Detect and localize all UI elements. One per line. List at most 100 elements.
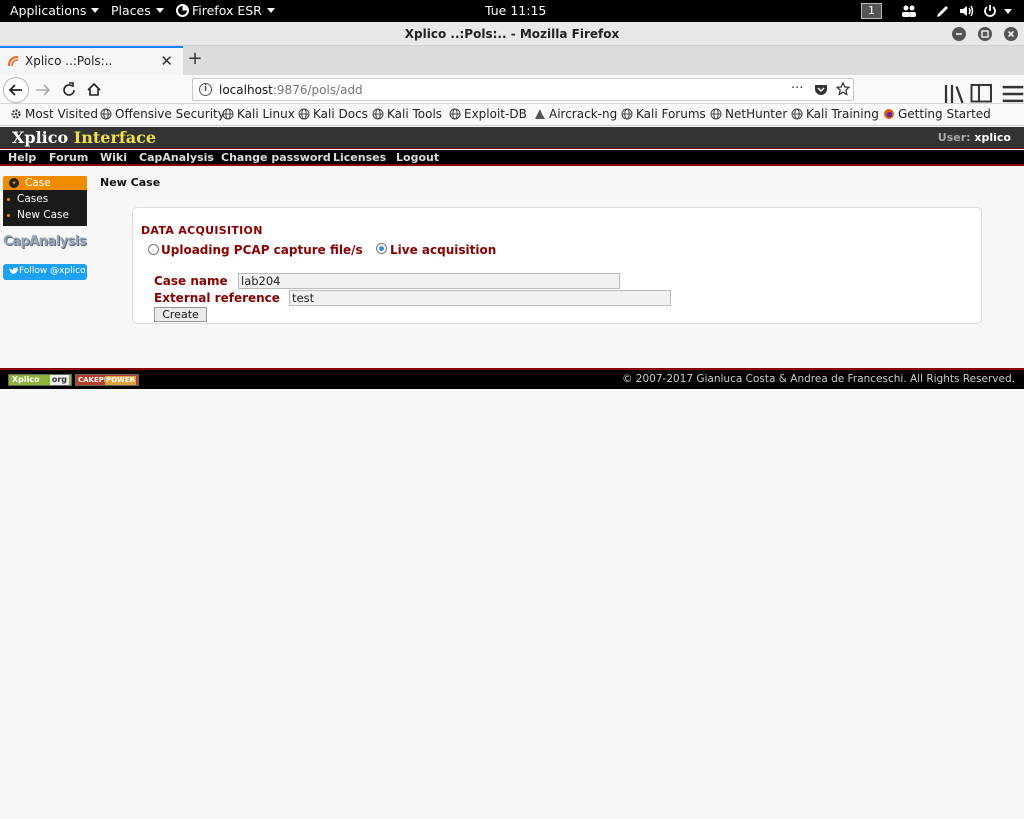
caret-down-icon — [266, 8, 275, 13]
bookmark-label: Exploit-DB — [464, 107, 527, 121]
main-menu: Help Forum Wiki CapAnalysis Change passw… — [0, 150, 1024, 166]
home-icon — [87, 82, 101, 96]
bookmark-kali-docs[interactable]: Kali Docs — [298, 107, 368, 121]
sidebar-item-label: Cases — [17, 193, 49, 205]
bookmark-exploit-db[interactable]: Exploit-DB — [449, 107, 527, 121]
radio-upload-pcap[interactable] — [148, 244, 159, 255]
external-reference-input[interactable] — [289, 290, 671, 306]
tab-xplico[interactable]: Xplico ..:Pols:.. ✕ — [0, 46, 183, 75]
pen-tool-icon[interactable] — [935, 4, 950, 19]
info-icon[interactable]: i — [199, 83, 212, 96]
window-title: Xplico ..:Pols:.. - Mozilla Firefox — [404, 27, 620, 41]
minimize-button[interactable] — [952, 27, 966, 41]
firefox-app-menu[interactable]: Firefox ESR — [176, 3, 275, 18]
bookmark-aircrack-ng[interactable]: Aircrack-ng — [534, 107, 617, 121]
xplico-favicon-icon — [7, 55, 19, 67]
bookmark-kali-tools[interactable]: Kali Tools — [372, 107, 442, 121]
twitter-follow-button[interactable]: Follow @xplico — [3, 264, 87, 280]
menu-forum[interactable]: Forum — [49, 151, 88, 164]
home-button[interactable] — [82, 78, 106, 102]
globe-icon — [372, 108, 384, 120]
copyright-text: © 2007-2017 Gianluca Costa & Andrea de F… — [621, 373, 1015, 385]
title-interface: Interface — [73, 128, 157, 147]
back-button[interactable] — [3, 77, 29, 103]
library-icon[interactable] — [943, 82, 967, 106]
radio-live-acquisition[interactable] — [376, 243, 387, 254]
url-text: localhost:9876/pols/add — [219, 83, 363, 97]
maximize-button[interactable] — [978, 27, 992, 41]
sidebar-item-cases[interactable]: Cases — [3, 192, 87, 208]
bookmark-label: Kali Docs — [313, 107, 368, 121]
system-menu-caret-icon[interactable] — [1004, 9, 1012, 14]
bullet-icon — [7, 214, 10, 217]
bookmark-nethunter[interactable]: NetHunter — [710, 107, 787, 121]
footer: Xplico org CAKEPHP POWER © 2007-2017 Gianl… — [0, 368, 1024, 389]
workspace-indicator[interactable]: 1 — [861, 3, 882, 19]
bookmark-label: Kali Forums — [636, 107, 706, 121]
reload-button[interactable] — [57, 78, 81, 102]
create-button[interactable]: Create — [154, 307, 207, 322]
bookmark-star-icon[interactable] — [836, 82, 850, 96]
twitter-bird-icon — [8, 267, 18, 275]
bookmark-label: Getting Started — [898, 107, 991, 121]
sidebar: ▾ Case Cases New Case CapAnalysis Follow… — [3, 176, 87, 280]
forward-button[interactable] — [31, 78, 55, 102]
sidebar-toggle-icon[interactable] — [970, 82, 994, 106]
cakephp-power-badge[interactable]: CAKEPHP POWER — [75, 374, 139, 386]
close-window-button[interactable] — [1004, 27, 1018, 41]
globe-icon — [449, 108, 461, 120]
places-label: Places — [111, 3, 151, 18]
menu-change-password[interactable]: Change password — [221, 151, 331, 164]
bookmark-kali-training[interactable]: Kali Training — [791, 107, 879, 121]
menu-help[interactable]: Help — [8, 151, 36, 164]
pocket-icon[interactable] — [814, 83, 828, 96]
section-title: DATA ACQUISITION — [141, 224, 263, 237]
reload-icon — [63, 82, 75, 96]
applications-menu[interactable]: Applications — [10, 3, 100, 18]
bookmark-offensive-security[interactable]: Offensive Security — [100, 107, 225, 121]
hamburger-menu-icon[interactable] — [1001, 82, 1024, 106]
menu-logout[interactable]: Logout — [396, 151, 439, 164]
caret-down-icon — [91, 8, 100, 13]
menu-capanalysis[interactable]: CapAnalysis — [139, 151, 214, 164]
sidebar-case-header[interactable]: ▾ Case — [3, 176, 87, 190]
case-name-input[interactable] — [238, 273, 620, 289]
capanalysis-logo[interactable]: CapAnalysis — [3, 234, 87, 254]
bookmark-label: Most Visited — [25, 107, 99, 121]
follow-label: Follow @xplico — [19, 266, 86, 276]
case-name-label: Case name — [154, 274, 228, 288]
radio-live-acquisition-label[interactable]: Live acquisition — [390, 243, 496, 257]
bookmark-getting-started[interactable]: Getting Started — [883, 107, 991, 121]
bookmarks-toolbar: Most Visited Offensive Security Kali Lin… — [0, 104, 1024, 126]
xplico-org-badge[interactable]: Xplico org — [8, 374, 72, 386]
sidebar-item-new-case[interactable]: New Case — [3, 208, 87, 224]
clock[interactable]: Tue 11:15 — [485, 3, 546, 18]
people-icon[interactable] — [901, 4, 917, 18]
url-bar[interactable]: i localhost:9876/pols/add ··· — [192, 78, 854, 101]
firefox-app-label: Firefox ESR — [192, 3, 262, 18]
globe-icon — [298, 108, 310, 120]
power-icon[interactable] — [983, 4, 997, 18]
bookmark-label: Kali Training — [806, 107, 879, 121]
radio-upload-pcap-label[interactable]: Uploading PCAP capture file/s — [161, 243, 363, 257]
system-top-bar: Applications Places Firefox ESR Tue 11:1… — [0, 0, 1024, 22]
bookmark-kali-forums[interactable]: Kali Forums — [621, 107, 706, 121]
menu-wiki[interactable]: Wiki — [100, 151, 127, 164]
close-tab-icon[interactable]: ✕ — [160, 52, 173, 70]
places-menu[interactable]: Places — [111, 3, 164, 18]
bookmark-kali-linux[interactable]: Kali Linux — [222, 107, 295, 121]
menu-licenses[interactable]: Licenses — [333, 151, 386, 164]
badge-org-text: org — [49, 375, 69, 385]
bookmark-most-visited[interactable]: Most Visited — [10, 107, 98, 121]
volume-icon[interactable] — [959, 4, 975, 18]
bookmark-label: Aircrack-ng — [549, 107, 618, 121]
new-tab-button[interactable]: + — [185, 48, 205, 69]
globe-icon — [100, 108, 112, 120]
badge-xplico-text: Xplico — [12, 375, 40, 384]
aircrack-icon — [535, 109, 545, 119]
page-actions-icon[interactable]: ··· — [791, 81, 803, 96]
collapse-icon: ▾ — [9, 178, 19, 188]
tab-strip: Xplico ..:Pols:.. ✕ + — [0, 46, 1024, 75]
globe-icon — [791, 108, 803, 120]
xplico-page: Xplico Interface User: xplico Help Forum… — [0, 127, 1024, 819]
